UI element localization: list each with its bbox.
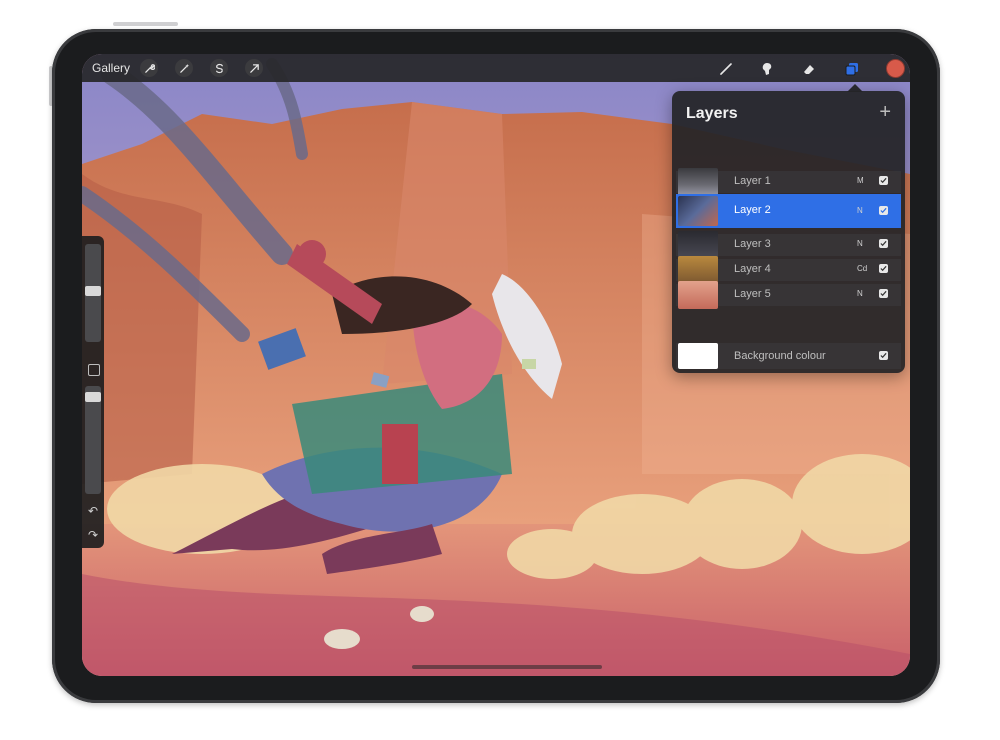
canvas-screen: Gallery ↶ ↷ Layers + Layer 1 M Layer 2 N… xyxy=(82,54,910,676)
background-colour-label: Background colour xyxy=(734,350,826,362)
layer-thumbnail xyxy=(678,281,718,309)
layer-row[interactable]: Layer 1 M xyxy=(676,168,901,196)
layer-name: Layer 1 xyxy=(734,175,771,187)
brush-size-knob[interactable] xyxy=(85,286,101,296)
transform-arrow-icon[interactable] xyxy=(245,59,263,77)
layer-thumbnail xyxy=(678,196,718,226)
opacity-slider[interactable] xyxy=(85,386,101,494)
visibility-checkbox[interactable] xyxy=(879,264,888,273)
color-picker-button[interactable] xyxy=(886,59,905,78)
gallery-button[interactable]: Gallery xyxy=(92,61,130,75)
brush-size-slider[interactable] xyxy=(85,244,101,342)
visibility-checkbox[interactable] xyxy=(879,239,888,248)
blend-mode[interactable]: Cd xyxy=(857,264,867,273)
left-sidebar: ↶ ↷ xyxy=(82,236,104,548)
layer-name: Layer 5 xyxy=(734,288,771,300)
visibility-checkbox[interactable] xyxy=(879,176,888,185)
opacity-knob[interactable] xyxy=(85,392,101,402)
layer-row[interactable]: Layer 5 N xyxy=(676,281,901,309)
brush-icon[interactable] xyxy=(716,59,736,79)
selection-s-icon[interactable] xyxy=(210,59,228,77)
redo-icon[interactable]: ↷ xyxy=(86,528,100,542)
layers-panel: Layers + Layer 1 M Layer 2 N Layer 3 N L… xyxy=(672,91,905,373)
blend-mode[interactable]: N xyxy=(857,239,863,248)
blend-mode[interactable]: M xyxy=(857,176,864,185)
visibility-checkbox[interactable] xyxy=(879,351,888,360)
layer-thumbnail xyxy=(678,231,718,259)
visibility-checkbox[interactable] xyxy=(879,206,888,215)
wrench-icon[interactable] xyxy=(140,59,158,77)
layer-thumbnail xyxy=(678,256,718,284)
undo-icon[interactable]: ↶ xyxy=(86,504,100,518)
blend-mode[interactable]: N xyxy=(857,289,863,298)
eraser-icon[interactable] xyxy=(799,59,819,79)
layer-row-active[interactable]: Layer 2 N xyxy=(676,194,901,228)
modify-button[interactable] xyxy=(88,364,100,376)
layer-name: Layer 4 xyxy=(734,263,771,275)
device-button xyxy=(128,22,178,26)
magic-wand-icon[interactable] xyxy=(175,59,193,77)
layers-icon[interactable] xyxy=(842,59,862,79)
background-colour-row[interactable]: Background colour xyxy=(676,343,901,369)
blend-mode[interactable]: N xyxy=(857,206,863,215)
smudge-icon[interactable] xyxy=(757,59,777,79)
top-toolbar: Gallery xyxy=(82,54,910,82)
layer-name: Layer 3 xyxy=(734,238,771,250)
visibility-checkbox[interactable] xyxy=(879,289,888,298)
layer-row[interactable]: Layer 4 Cd xyxy=(676,256,901,284)
layers-panel-title: Layers xyxy=(686,105,738,122)
background-colour-swatch[interactable] xyxy=(678,343,718,369)
layer-name: Layer 2 xyxy=(734,204,771,216)
layer-row[interactable]: Layer 3 N xyxy=(676,231,901,259)
layer-thumbnail xyxy=(678,168,718,196)
home-indicator xyxy=(412,665,602,669)
add-layer-icon[interactable]: + xyxy=(879,101,891,124)
